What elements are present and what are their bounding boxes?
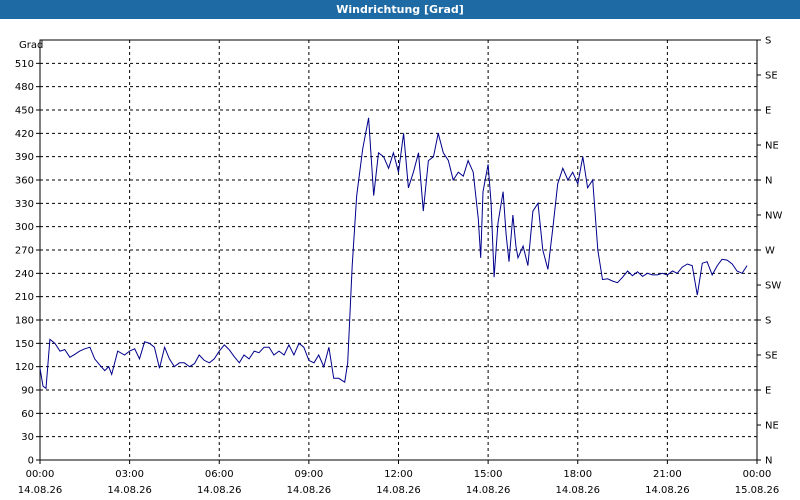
y-tick-label: 300 xyxy=(15,222,34,233)
y-tick-label: 510 xyxy=(15,59,34,70)
x-tick-time: 03:00 xyxy=(115,469,144,480)
x-tick-date: 14.08.26 xyxy=(376,485,421,496)
y2-tick-label: N xyxy=(765,456,772,467)
y-tick-label: 0 xyxy=(28,456,34,467)
y2-tick-label: SW xyxy=(765,281,781,292)
y2-tick-label: E xyxy=(765,386,771,397)
y2-tick-label: NW xyxy=(765,211,782,222)
y-tick-label: 360 xyxy=(15,176,34,187)
x-tick-time: 12:00 xyxy=(384,469,413,480)
y2-tick-label: NE xyxy=(765,141,779,152)
x-tick-date: 14.08.26 xyxy=(107,485,152,496)
x-tick-date: 14.08.26 xyxy=(645,485,690,496)
x-tick-time: 21:00 xyxy=(653,469,682,480)
wind-direction-chart: Grad 03060901201501802102402703003303603… xyxy=(15,36,783,497)
y2-tick-label: W xyxy=(765,246,775,257)
y-tick-label: 120 xyxy=(15,362,34,373)
x-tick-date: 14.08.26 xyxy=(555,485,600,496)
y2-tick-label: N xyxy=(765,176,772,187)
y-tick-label: 180 xyxy=(15,316,34,327)
x-tick-date: 14.08.26 xyxy=(287,485,332,496)
y-tick-label: 390 xyxy=(15,152,34,163)
y2-tick-label: S xyxy=(765,36,771,47)
x-tick-time: 15:00 xyxy=(474,469,503,480)
y-tick-label: 450 xyxy=(15,106,34,117)
x-tick-time: 00:00 xyxy=(743,469,772,480)
y-tick-label: 210 xyxy=(15,292,34,303)
x-tick-time: 18:00 xyxy=(563,469,592,480)
x-tick-time: 00:00 xyxy=(26,469,55,480)
y-tick-label: 60 xyxy=(21,409,34,420)
y-tick-label: 480 xyxy=(15,82,34,93)
y-tick-label: 270 xyxy=(15,246,34,257)
y-tick-label: 330 xyxy=(15,199,34,210)
y2-tick-label: S xyxy=(765,316,771,327)
series-line xyxy=(39,117,748,390)
y2-tick-label: NE xyxy=(765,421,779,432)
x-tick-date: 14.08.26 xyxy=(466,485,511,496)
y-tick-label: 150 xyxy=(15,339,34,350)
x-tick-time: 09:00 xyxy=(294,469,323,480)
y-tick-label: 90 xyxy=(21,386,34,397)
y-tick-label: 30 xyxy=(21,432,34,443)
x-tick-time: 06:00 xyxy=(205,469,234,480)
x-tick-date: 14.08.26 xyxy=(18,485,63,496)
x-tick-date: 15.08.26 xyxy=(735,485,780,496)
y2-tick-label: SE xyxy=(765,71,778,82)
y2-tick-label: E xyxy=(765,106,771,117)
y-tick-label: 420 xyxy=(15,129,34,140)
x-tick-date: 14.08.26 xyxy=(197,485,242,496)
y-tick-label: 240 xyxy=(15,269,34,280)
y2-tick-label: SE xyxy=(765,351,778,362)
